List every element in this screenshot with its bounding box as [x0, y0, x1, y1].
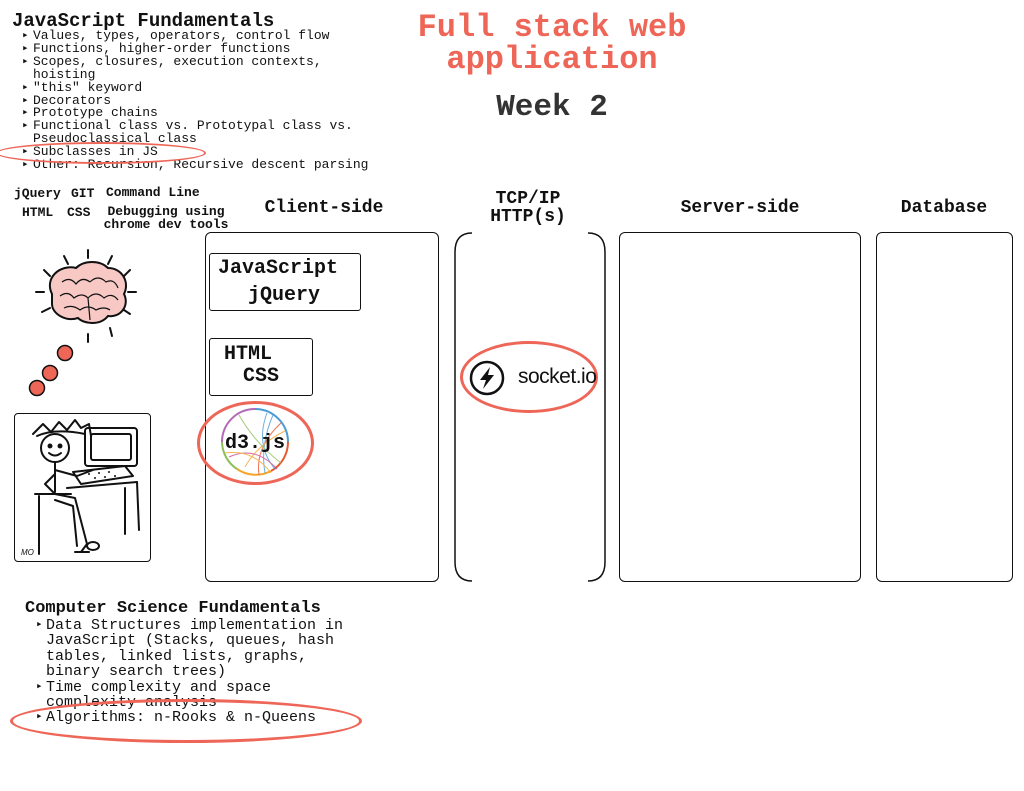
column-header-database: Database [900, 198, 988, 218]
css-label: CSS [243, 365, 280, 388]
list-item: Data Structures implementation in JavaSc… [36, 618, 366, 680]
javascript-jquery-box: JavaScript jQuery [209, 253, 361, 311]
socketio-logo-icon [469, 360, 505, 396]
week-label: Week 2 [496, 90, 608, 125]
developer-illustration: MO [14, 413, 151, 562]
list-item: Scopes, closures, execution contexts, ho… [22, 55, 343, 82]
tool-jquery: jQuery [14, 186, 61, 201]
jquery-label: jQuery [248, 284, 321, 307]
person-at-computer-icon [32, 419, 140, 555]
database-column [876, 232, 1013, 582]
algorithms-highlight-ellipse [10, 699, 362, 743]
artist-signature: MO [21, 548, 34, 557]
html-label: HTML [224, 343, 273, 366]
tool-git: GIT [71, 186, 95, 201]
tool-command-line: Command Line [106, 185, 200, 200]
column-header-client: Client-side [264, 198, 384, 218]
cs-fundamentals-title: Computer Science Fundamentals [25, 599, 321, 618]
d3-highlight-ellipse [197, 401, 314, 485]
column-header-server: Server-side [680, 198, 800, 218]
socketio-label: socket.io [518, 365, 597, 388]
subclasses-highlight-ellipse [0, 142, 206, 164]
brain-icon [35, 249, 137, 343]
thought-bubbles-icon [28, 344, 74, 397]
tool-css: CSS [67, 205, 91, 220]
tool-html: HTML [22, 205, 54, 220]
column-header-network: TCP/IP HTTP(s) [490, 189, 566, 227]
server-side-column [619, 232, 861, 582]
javascript-label: JavaScript [218, 257, 339, 280]
html-css-box: HTML CSS [209, 338, 313, 396]
page-title: Full stack web application [417, 9, 687, 78]
tool-debugging: Debugging using chrome dev tools [103, 204, 229, 232]
